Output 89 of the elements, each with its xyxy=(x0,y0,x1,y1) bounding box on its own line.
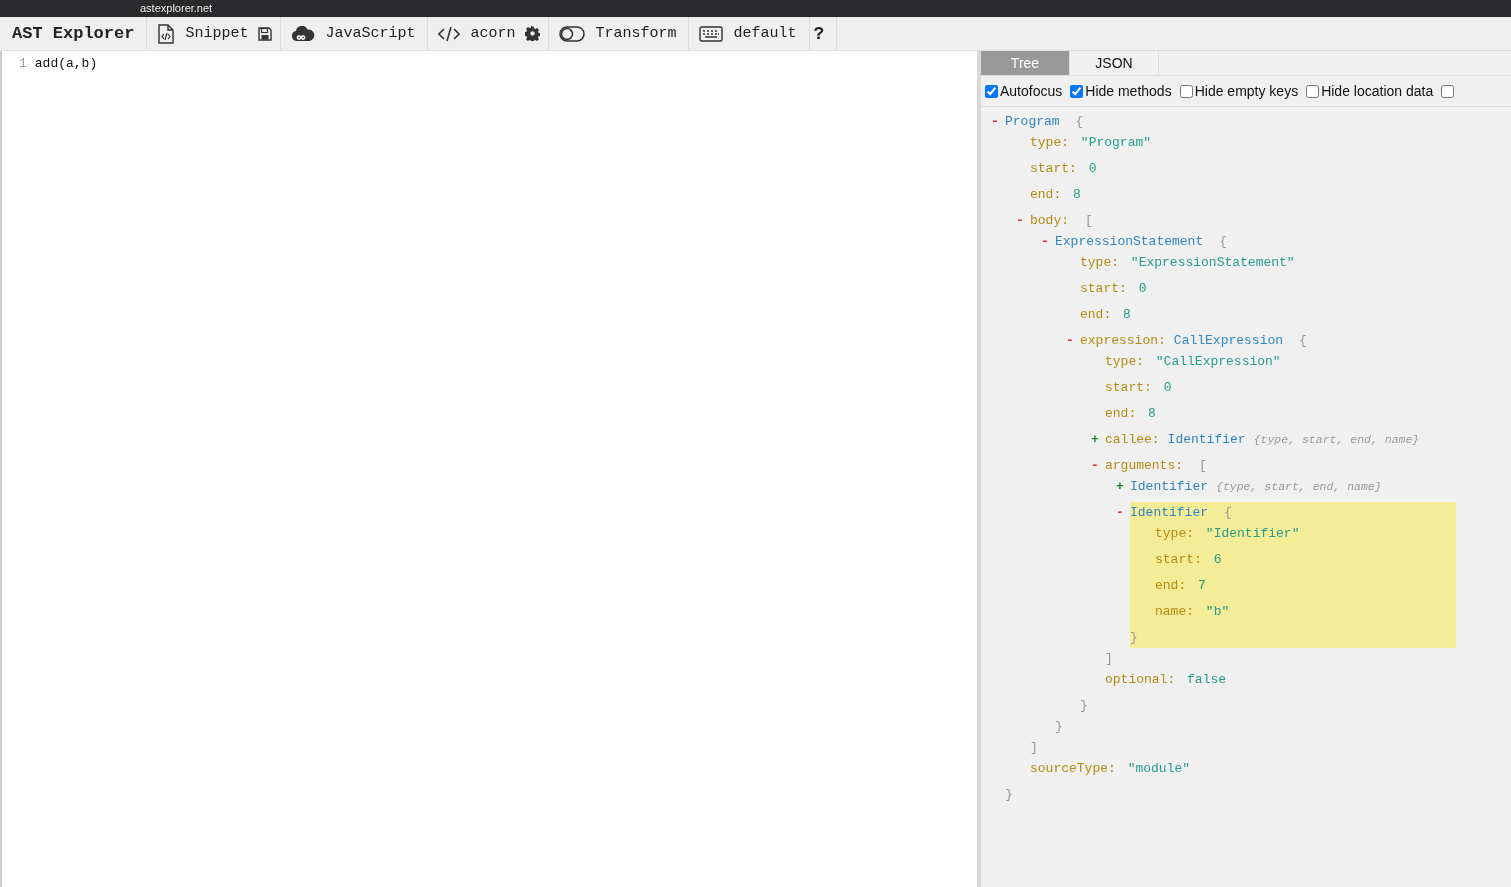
property-key: end: xyxy=(1105,406,1137,421)
node-type[interactable]: ExpressionStatement xyxy=(1055,231,1204,252)
expand-toggle[interactable]: + xyxy=(1091,429,1105,455)
property-value: "CallExpression" xyxy=(1155,354,1281,369)
property-key: optional: xyxy=(1105,672,1176,687)
property-value: 0 xyxy=(1163,380,1172,395)
settings-icon[interactable] xyxy=(525,26,541,41)
toolbar-button[interactable]: JavaScript xyxy=(281,17,420,50)
cloud-icon xyxy=(291,25,316,42)
property-key: body: xyxy=(1030,210,1069,231)
line-number: 1 xyxy=(19,56,27,72)
expand-toggle[interactable]: - xyxy=(1041,231,1055,737)
toolbar-button[interactable]: ? xyxy=(809,17,829,50)
property-key: name: xyxy=(1155,604,1194,619)
expand-toggle[interactable]: - xyxy=(1016,210,1030,758)
property-value: "Identifier" xyxy=(1205,526,1300,541)
checkbox-label[interactable]: Hide empty keys xyxy=(1194,83,1299,99)
keyboard-icon xyxy=(699,25,724,42)
property-value: 7 xyxy=(1198,578,1206,593)
property-key: type: xyxy=(1105,354,1144,369)
checkbox[interactable] xyxy=(1179,84,1193,98)
checkbox[interactable] xyxy=(1306,84,1320,98)
property-key: end: xyxy=(1080,307,1112,322)
address-bar[interactable]: astexplorer.net xyxy=(140,2,213,15)
expand-toggle[interactable]: - xyxy=(1116,502,1130,648)
close-bracket: } xyxy=(1130,630,1138,645)
app-title: AST Explorer xyxy=(0,17,148,50)
node-summary: {type, start, end, name} xyxy=(1253,432,1420,448)
property-key: type: xyxy=(1080,255,1119,270)
property-value: 0 xyxy=(1088,161,1097,176)
toggle-icon xyxy=(559,25,586,42)
property-key: sourceType: xyxy=(1030,761,1116,776)
file-code-icon xyxy=(157,23,176,44)
expand-toggle[interactable]: + xyxy=(1116,476,1130,502)
close-bracket: } xyxy=(1080,698,1088,713)
property-key: arguments: xyxy=(1105,455,1183,476)
open-bracket: { xyxy=(1224,504,1232,522)
property-value: 8 xyxy=(1123,307,1131,322)
property-key: callee: xyxy=(1105,429,1160,450)
property-value: 8 xyxy=(1148,406,1156,421)
property-value: 6 xyxy=(1213,552,1222,567)
toolbar-button[interactable]: Transform xyxy=(549,17,681,50)
property-value: "b" xyxy=(1205,604,1230,619)
node-summary: {type, start, end, name} xyxy=(1216,479,1382,495)
close-bracket: } xyxy=(1055,719,1063,734)
node-type[interactable]: Identifier xyxy=(1130,502,1208,523)
property-value: false xyxy=(1187,672,1227,687)
property-value: "module" xyxy=(1127,761,1191,776)
open-bracket: [ xyxy=(1199,457,1207,475)
property-value: "Program" xyxy=(1080,135,1152,150)
property-key: start: xyxy=(1030,161,1077,176)
checkbox-label[interactable]: Hide location data xyxy=(1321,83,1434,99)
save-icon[interactable] xyxy=(258,26,273,41)
open-bracket: [ xyxy=(1085,212,1093,230)
open-bracket: { xyxy=(1299,332,1307,350)
property-key: type: xyxy=(1030,135,1069,150)
tab[interactable]: Tree xyxy=(981,51,1070,75)
toolbar-button[interactable]: acorn xyxy=(428,17,520,50)
property-key: end: xyxy=(1155,578,1187,593)
open-bracket: { xyxy=(1219,233,1228,251)
checkbox[interactable] xyxy=(1441,84,1455,98)
property-key: expression: xyxy=(1080,330,1166,351)
toolbar-button[interactable]: Snippet xyxy=(147,17,253,50)
node-type[interactable]: Program xyxy=(1005,111,1060,132)
property-key: start: xyxy=(1080,281,1127,296)
checkbox[interactable] xyxy=(1070,84,1084,98)
code-line: add(a,b) xyxy=(34,56,98,72)
property-value: 0 xyxy=(1138,281,1147,296)
toolbar-button[interactable]: default xyxy=(689,17,801,50)
property-key: type: xyxy=(1155,526,1194,541)
code-icon xyxy=(438,25,461,42)
property-key: end: xyxy=(1030,187,1062,202)
property-key: start: xyxy=(1105,380,1152,395)
close-bracket: ] xyxy=(1030,740,1038,755)
property-key: start: xyxy=(1155,552,1202,567)
expand-toggle[interactable]: - xyxy=(1091,455,1105,669)
property-value: 8 xyxy=(1073,187,1081,202)
node-type[interactable]: Identifier xyxy=(1167,429,1246,450)
expand-toggle[interactable]: - xyxy=(1066,330,1080,716)
close-bracket: } xyxy=(1005,787,1013,802)
checkbox[interactable] xyxy=(985,84,998,98)
close-bracket: ] xyxy=(1105,651,1113,666)
property-value: "ExpressionStatement" xyxy=(1130,255,1295,270)
node-type[interactable]: CallExpression xyxy=(1173,330,1284,351)
checkbox-label[interactable]: Autofocus xyxy=(1000,83,1063,99)
node-type[interactable]: Identifier xyxy=(1130,476,1208,497)
checkbox-label[interactable]: Hide methods xyxy=(1085,83,1172,99)
expand-toggle[interactable]: - xyxy=(991,111,1005,805)
open-bracket: { xyxy=(1075,113,1084,131)
